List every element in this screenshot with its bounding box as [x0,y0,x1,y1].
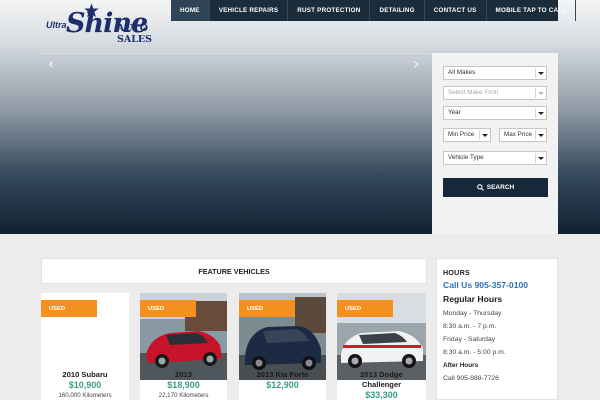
after-hours-call[interactable]: Call 905-988-7726 [443,375,557,382]
vehicle-price: $12,900 [266,380,299,390]
search-button[interactable]: SEARCH [443,178,548,197]
used-badge: USED [41,300,97,317]
model-select: Select Make First! [443,86,547,100]
vehicle-title[interactable]: 2013 [140,370,227,379]
search-icon [476,184,484,191]
hero-divider [40,53,431,54]
used-badge: USED [337,300,393,317]
max-price-select[interactable]: Max Price [499,128,547,142]
vehicle-title[interactable]: 2010 Subaru [41,370,129,379]
chevron-down-icon [535,130,545,140]
vehicle-type-value: Vehicle Type [448,154,484,161]
nav-home[interactable]: HOME [171,0,210,21]
model-select-value: Select Make First! [448,89,499,96]
vehicle-card[interactable]: USED 2010 Subaru $10,900 160,000 Kilomet… [41,293,129,400]
weekend-label: Friday - Saturday [443,336,496,343]
hours-widget: HOURS Call Us 905-357-0100 Regular Hours… [436,258,558,400]
nav-detailing[interactable]: DETAILING [370,0,425,21]
makes-select-value: All Makes [448,69,476,76]
slider-prev-icon[interactable]: ‹ [48,54,54,73]
used-badge: USED [239,300,295,317]
weekday-label: Monday - Thursday [443,310,502,317]
after-hours-title: After Hours [443,362,479,369]
nav-contact-us[interactable]: CONTACT US [425,0,487,21]
main-nav: HOME VEHICLE REPAIRS RUST PROTECTION DET… [171,0,577,21]
vehicle-price: $18,900 [167,380,200,390]
year-select[interactable]: Year [443,106,547,120]
vehicle-card[interactable]: USED 2013 Dodge Challenger $33,300 [337,293,426,400]
nav-mobile-call[interactable]: MOBILE TAP TO CALL [487,0,577,21]
vehicle-type-select[interactable]: Vehicle Type [443,151,547,165]
used-badge: USED [140,300,196,317]
vehicle-price: $33,300 [365,390,398,400]
makes-select[interactable]: All Makes [443,66,547,80]
min-price-value: Min Price [448,131,475,138]
logo-sales-text: AUTO SALES [117,23,153,45]
search-button-label: SEARCH [486,184,515,191]
vehicle-kilometers: 22,170 Kilometers [158,392,209,399]
min-price-select[interactable]: Min Price [443,128,491,142]
regular-hours-title: Regular Hours [443,294,503,304]
weekend-hours: 8:30 a.m. - 5:00 p.m. [443,349,506,356]
vehicle-title-line2[interactable]: Challenger [337,380,426,389]
chevron-down-icon [535,108,545,118]
slider-next-icon[interactable]: › [413,54,419,73]
call-us-link[interactable]: Call Us 905-357-0100 [443,280,557,290]
vehicle-search-panel: All Makes Select Make First! Year Min Pr… [432,53,558,234]
vehicle-price: $10,900 [68,380,102,390]
logo-ultra-text: Ultra [46,20,67,30]
max-price-value: Max Price [504,131,532,138]
feature-vehicles-heading: FEATURE VEHICLES [41,258,427,284]
nav-vehicle-repairs[interactable]: VEHICLE REPAIRS [210,0,289,21]
chevron-down-icon [535,153,545,163]
vehicle-title[interactable]: 2013 Dodge [337,370,426,379]
site-logo[interactable]: ★ Ultra Shine AUTO SALES [44,1,168,45]
chevron-down-icon [479,130,489,140]
hours-title: HOURS [443,268,470,277]
vehicle-title[interactable]: 2013 Kia Forte [239,370,326,379]
vehicle-card[interactable]: USED 2013 Kia Forte $12,900 [239,293,326,400]
year-select-value: Year [448,109,461,116]
nav-rust-protection[interactable]: RUST PROTECTION [288,0,371,21]
vehicle-kilometers: 160,000 Kilometers [58,392,112,399]
vehicle-card[interactable]: USED 2013 $18,900 22,170 Kilometers [140,293,227,400]
chevron-down-icon [535,88,545,98]
chevron-down-icon [535,68,545,78]
weekday-hours: 8:30 a.m. - 7 p.m. [443,323,497,330]
